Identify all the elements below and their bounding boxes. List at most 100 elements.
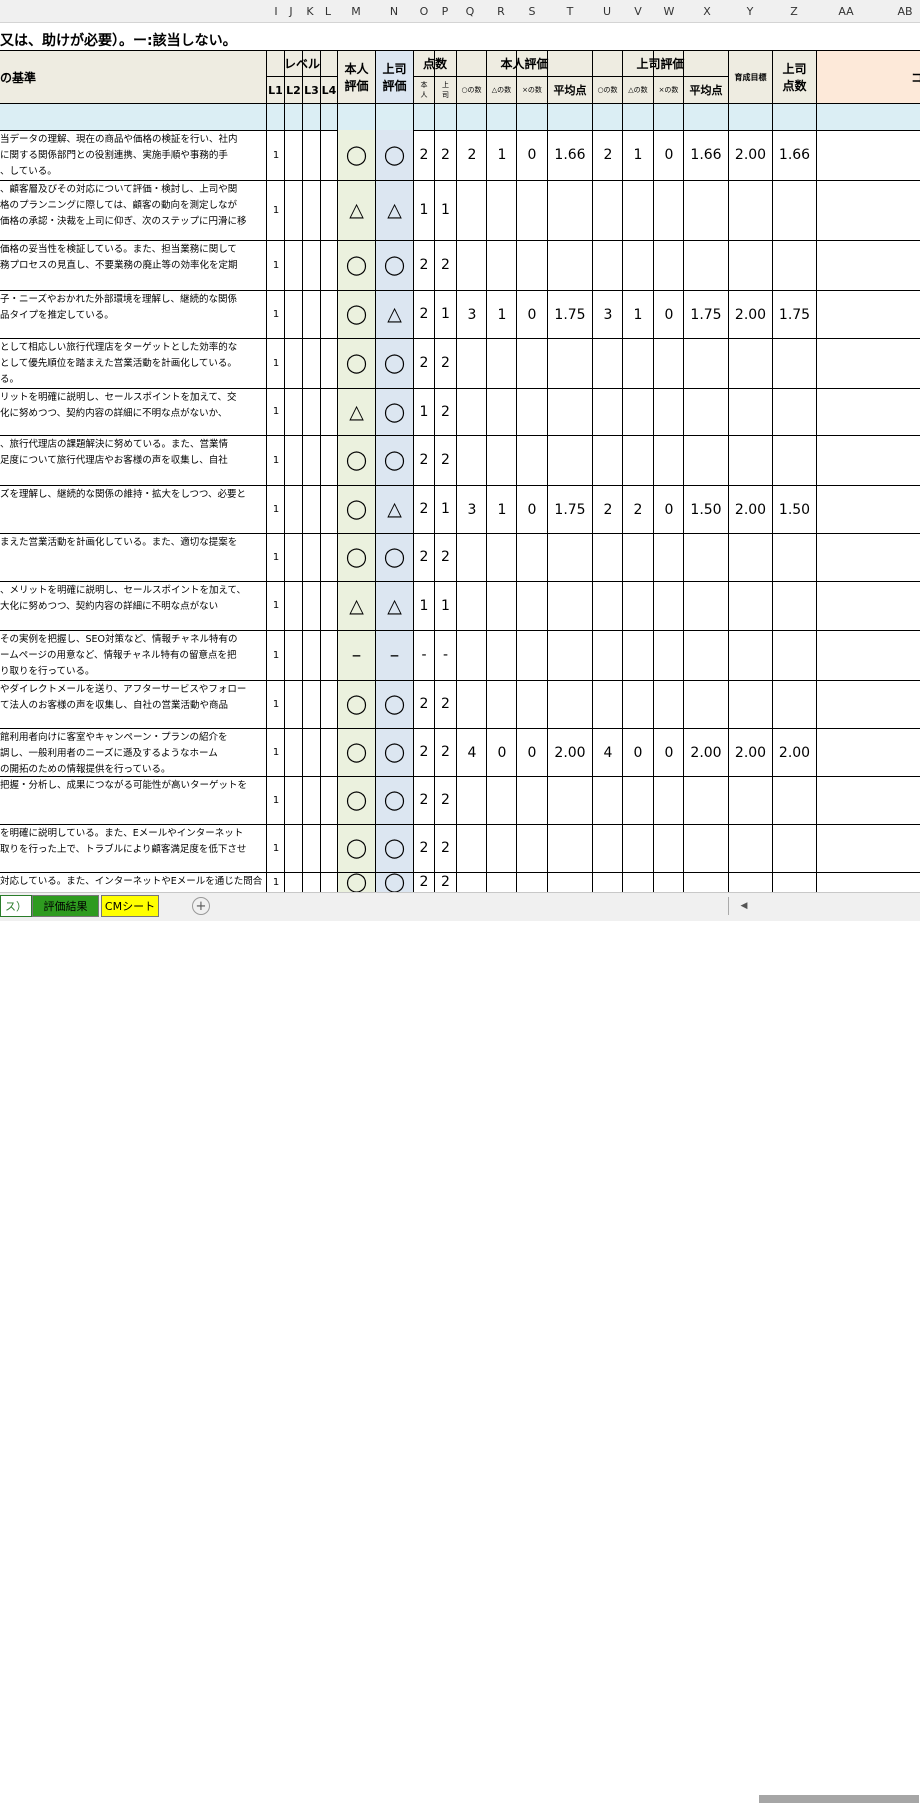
self-eval-cell[interactable]: ◯	[338, 485, 375, 533]
points-self-cell[interactable]: 1	[414, 388, 434, 435]
column-letter[interactable]: J	[283, 5, 299, 18]
level-l1-cell[interactable]: 1	[268, 180, 284, 240]
points-self-cell[interactable]: 2	[414, 130, 434, 180]
level-l1-cell[interactable]: 1	[268, 533, 284, 581]
stat-bavg-cell[interactable]: 1.66	[684, 130, 728, 180]
level-l1-cell[interactable]: 1	[268, 290, 284, 338]
points-boss-cell[interactable]: 1	[435, 180, 456, 240]
self-eval-cell[interactable]: △	[338, 388, 375, 435]
points-boss-cell[interactable]: -	[435, 630, 456, 680]
column-letter[interactable]: Y	[742, 5, 758, 18]
column-letter[interactable]: V	[630, 5, 646, 18]
points-self-cell[interactable]: 2	[414, 435, 434, 485]
column-letter[interactable]: X	[699, 5, 715, 18]
column-letter[interactable]: K	[302, 5, 318, 18]
stat-sx-cell[interactable]: 0	[517, 485, 547, 535]
points-self-cell[interactable]: 2	[414, 290, 434, 338]
stat-savg-cell[interactable]: 1.75	[548, 485, 592, 535]
stat-bscore-cell[interactable]: 1.50	[773, 485, 816, 535]
boss-eval-cell[interactable]: △	[376, 581, 413, 630]
add-sheet-button[interactable]: +	[192, 897, 210, 915]
level-l1-cell[interactable]: 1	[268, 581, 284, 630]
stat-bt-cell[interactable]: 2	[623, 485, 653, 535]
points-self-cell[interactable]: 2	[414, 824, 434, 872]
self-eval-cell[interactable]: ◯	[338, 435, 375, 485]
stat-savg-cell[interactable]: 1.66	[548, 130, 592, 180]
self-eval-cell[interactable]: ◯	[338, 290, 375, 338]
points-boss-cell[interactable]: 2	[435, 130, 456, 180]
level-l1-cell[interactable]: 1	[268, 776, 284, 824]
points-self-cell[interactable]: 1	[414, 180, 434, 240]
column-letter[interactable]: W	[661, 5, 677, 18]
points-boss-cell[interactable]: 2	[435, 776, 456, 824]
points-boss-cell[interactable]: 1	[435, 485, 456, 533]
boss-eval-cell[interactable]: –	[376, 630, 413, 680]
boss-eval-cell[interactable]: ◯	[376, 680, 413, 728]
scrollbar-thumb[interactable]	[759, 1795, 919, 1803]
points-boss-cell[interactable]: 2	[435, 240, 456, 290]
level-l1-cell[interactable]: 1	[268, 630, 284, 680]
self-eval-cell[interactable]: –	[338, 630, 375, 680]
stat-bx-cell[interactable]: 0	[654, 728, 684, 778]
points-self-cell[interactable]: 2	[414, 776, 434, 824]
horizontal-scrollbar[interactable]	[745, 1791, 920, 1805]
stat-bavg-cell[interactable]: 1.75	[684, 290, 728, 340]
points-boss-cell[interactable]: 2	[435, 388, 456, 435]
tab-partial[interactable]: ス）	[0, 895, 32, 917]
level-l1-cell[interactable]: 1	[268, 872, 284, 892]
stat-st-cell[interactable]: 1	[487, 485, 517, 535]
column-letter[interactable]: N	[386, 5, 402, 18]
column-letter[interactable]: P	[437, 5, 453, 18]
boss-eval-cell[interactable]: ◯	[376, 776, 413, 824]
points-boss-cell[interactable]: 2	[435, 728, 456, 776]
level-l1-cell[interactable]: 1	[268, 338, 284, 388]
stat-bx-cell[interactable]: 0	[654, 290, 684, 340]
stat-so-cell[interactable]: 2	[457, 130, 487, 180]
boss-eval-cell[interactable]: ◯	[376, 871, 413, 893]
points-boss-cell[interactable]: 2	[435, 435, 456, 485]
tab-cm-sheet[interactable]: CMシート	[101, 895, 159, 917]
self-eval-cell[interactable]: ◯	[338, 130, 375, 180]
column-letter[interactable]: U	[599, 5, 615, 18]
boss-eval-cell[interactable]: ◯	[376, 728, 413, 776]
level-l1-cell[interactable]: 1	[268, 435, 284, 485]
column-letter[interactable]: O	[416, 5, 432, 18]
stat-bo-cell[interactable]: 3	[593, 290, 623, 340]
self-eval-cell[interactable]: ◯	[338, 240, 375, 290]
column-letter[interactable]: Q	[462, 5, 478, 18]
stat-target-cell[interactable]: 2.00	[729, 290, 772, 340]
points-boss-cell[interactable]: 2	[435, 824, 456, 872]
stat-so-cell[interactable]: 3	[457, 290, 487, 340]
column-letter[interactable]: R	[493, 5, 509, 18]
stat-bt-cell[interactable]: 1	[623, 290, 653, 340]
self-eval-cell[interactable]: △	[338, 180, 375, 240]
column-letter[interactable]: I	[268, 5, 284, 18]
stat-so-cell[interactable]: 3	[457, 485, 487, 535]
stat-savg-cell[interactable]: 1.75	[548, 290, 592, 340]
stat-st-cell[interactable]: 1	[487, 290, 517, 340]
level-l1-cell[interactable]: 1	[268, 485, 284, 533]
points-boss-cell[interactable]: 2	[435, 533, 456, 581]
stat-st-cell[interactable]: 1	[487, 130, 517, 180]
level-l1-cell[interactable]: 1	[268, 824, 284, 872]
self-eval-cell[interactable]: ◯	[338, 824, 375, 872]
stat-sx-cell[interactable]: 0	[517, 728, 547, 778]
self-eval-cell[interactable]: ◯	[338, 680, 375, 728]
tab-result[interactable]: 評価結果	[32, 895, 99, 917]
points-self-cell[interactable]: 1	[414, 581, 434, 630]
points-self-cell[interactable]: 2	[414, 338, 434, 388]
boss-eval-cell[interactable]: ◯	[376, 240, 413, 290]
stat-bo-cell[interactable]: 2	[593, 485, 623, 535]
self-eval-cell[interactable]: ◯	[338, 871, 375, 893]
self-eval-cell[interactable]: ◯	[338, 728, 375, 776]
points-self-cell[interactable]: 2	[414, 728, 434, 776]
self-eval-cell[interactable]: △	[338, 581, 375, 630]
self-eval-cell[interactable]: ◯	[338, 776, 375, 824]
points-boss-cell[interactable]: 2	[435, 338, 456, 388]
self-eval-cell[interactable]: ◯	[338, 338, 375, 388]
stat-bavg-cell[interactable]: 1.50	[684, 485, 728, 535]
stat-sx-cell[interactable]: 0	[517, 130, 547, 180]
points-boss-cell[interactable]: 1	[435, 290, 456, 338]
stat-target-cell[interactable]: 2.00	[729, 728, 772, 778]
stat-bx-cell[interactable]: 0	[654, 130, 684, 180]
